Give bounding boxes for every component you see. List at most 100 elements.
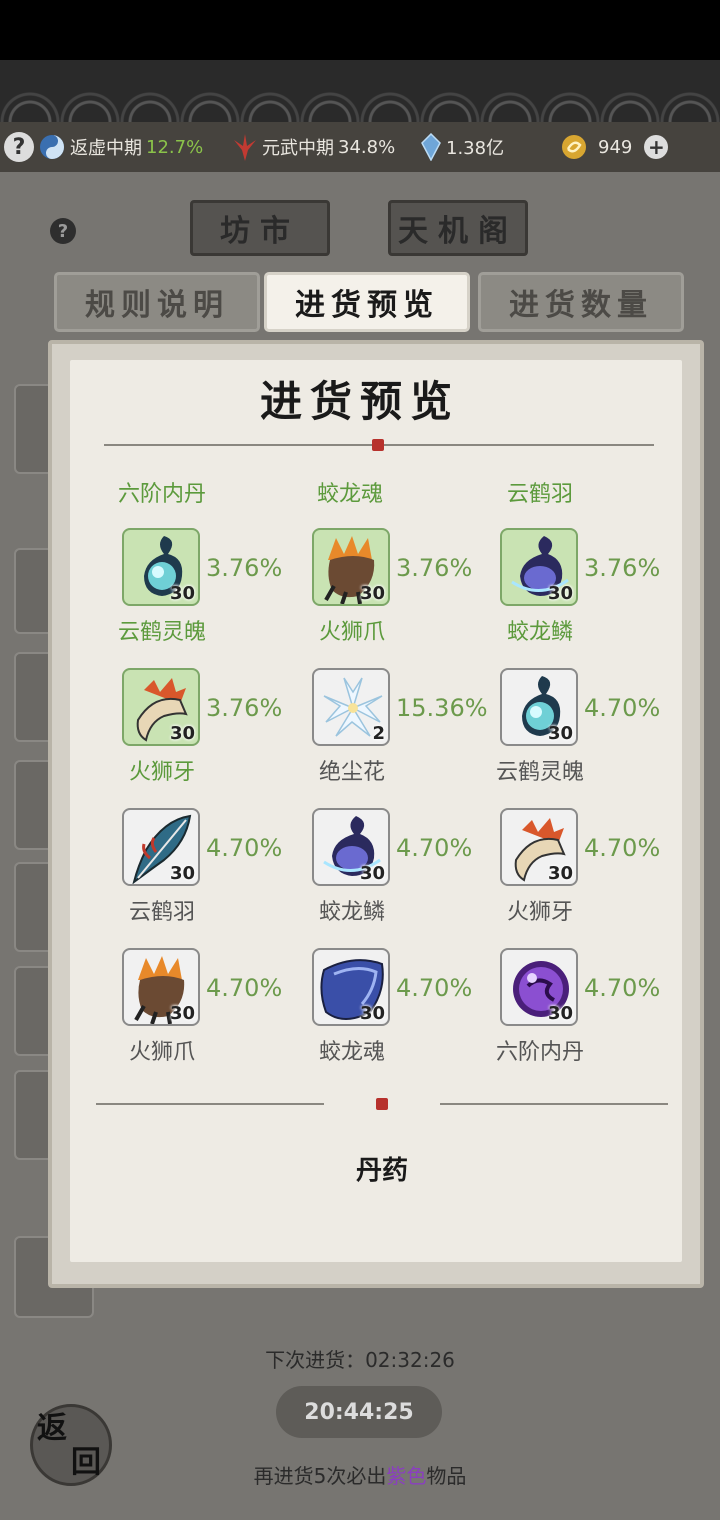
item-cell[interactable]: 30 4.70% 云鹤灵魄 [496, 668, 690, 808]
item-cell[interactable]: 30 4.70% 蛟龙鳞 [312, 808, 502, 948]
tab-rules[interactable]: 规则说明 [54, 272, 260, 332]
item-name: 火狮爪 [128, 1040, 195, 1065]
next-restock-label: 下次进货：02:32:26 [265, 1348, 455, 1372]
item-icon-box[interactable]: 30 [312, 808, 390, 886]
item-cell[interactable]: 30 4.70% 云鹤羽 [122, 808, 312, 948]
item-probability: 3.76% [206, 694, 283, 722]
item-count: 30 [547, 863, 573, 884]
gold-coin-icon [562, 135, 586, 159]
red-seal-icon [372, 439, 384, 451]
realm2-name: 元武中期 [262, 138, 334, 159]
item-cell[interactable]: 30 4.70% 火狮牙 [500, 808, 690, 948]
realm1-pct: 12.7% [146, 136, 204, 158]
red-seal-icon [376, 1098, 388, 1110]
item-count: 30 [359, 583, 385, 604]
item-probability: 4.70% [584, 694, 661, 722]
yin-yang-icon [40, 135, 64, 159]
item-cell[interactable]: 30 4.70% 火狮爪 [122, 948, 312, 1088]
item-cell[interactable]: 30 3.76% 蛟龙鳞 [500, 528, 690, 668]
item-name: 云鹤灵魄 [495, 760, 584, 785]
realm1-name: 返虚中期 [70, 138, 142, 159]
item-probability: 3.76% [206, 554, 283, 582]
red-trident-icon [234, 134, 256, 161]
item-icon-box[interactable]: 2 [312, 668, 390, 746]
realm2-stat: 元武中期 34.8% [232, 132, 395, 162]
tab-restock-preview[interactable]: 进货预览 [264, 272, 470, 332]
item-probability: 3.76% [584, 554, 661, 582]
status-bar: ? 返虚中期 12.7% 元武中期 34.8% 1.38亿 949 + [0, 122, 720, 172]
item-cell[interactable]: 30 3.76% 云鹤灵魄 [118, 528, 312, 668]
item-count: 30 [547, 1003, 573, 1024]
item-count: 30 [169, 583, 195, 604]
item-name: 蛟龙魂 [318, 1040, 385, 1065]
add-icon[interactable]: + [644, 135, 669, 159]
coin-amount: 949 [598, 136, 633, 158]
item-cell[interactable]: 2 15.36% 绝尘花 [312, 668, 502, 808]
item-icon-box[interactable]: 30 [500, 668, 578, 746]
item-name: 蛟龙鳞 [506, 620, 573, 645]
item-probability: 4.70% [206, 974, 283, 1002]
item-cell[interactable]: 30 4.70% 蛟龙魂 [312, 948, 502, 1088]
item-count: 30 [169, 863, 195, 884]
item-name: 火狮爪 [318, 620, 385, 645]
item-probability: 4.70% [584, 834, 661, 862]
item-icon-box[interactable]: 30 [500, 948, 578, 1026]
crystal-stat: 1.38亿 [420, 133, 504, 161]
item-count: 30 [547, 583, 573, 604]
section-divider-left [96, 1103, 324, 1105]
item-count: 30 [169, 723, 195, 744]
item-icon-box[interactable]: 30 [122, 948, 200, 1026]
section-label-elixir: 丹药 [355, 1156, 408, 1186]
item-icon-box[interactable]: 30 [312, 528, 390, 606]
item-icon-box[interactable]: 30 [122, 528, 200, 606]
item-icon-box[interactable]: 30 [500, 528, 578, 606]
item-name: 六阶内丹 [495, 1040, 584, 1065]
return-label-top: 返 [37, 1411, 67, 1446]
panel-title: 进货预览 [259, 377, 460, 426]
coin-stat: 949 + [560, 133, 669, 161]
item-probability: 4.70% [584, 974, 661, 1002]
wave-pattern-banner [0, 60, 720, 122]
item-probability: 3.76% [396, 554, 473, 582]
item-count: 2 [372, 723, 385, 744]
item-name: 云鹤羽 [128, 900, 195, 925]
countdown-timer: 20:44:25 [276, 1386, 442, 1438]
item-probability: 4.70% [206, 834, 283, 862]
guarantee-suffix: 物品 [426, 1464, 467, 1488]
guarantee-text: 再进货5次必出紫色物品 [0, 1460, 720, 1489]
section-divider-right [440, 1103, 668, 1105]
item-name: 火狮牙 [506, 900, 573, 925]
item-icon-box[interactable]: 30 [500, 808, 578, 886]
item-cell[interactable]: 30 4.70% 六阶内丹 [496, 948, 690, 1088]
crystal-icon [421, 133, 441, 161]
item-name: 云鹤灵魄 [117, 620, 206, 645]
item-count: 30 [547, 723, 573, 744]
item-probability: 15.36% [396, 694, 488, 722]
realm1-stat: 返虚中期 12.7% [38, 133, 203, 161]
crystal-amount: 1.38亿 [446, 138, 505, 159]
return-label-bottom: 回 [71, 1445, 101, 1480]
tab-restock-quantity[interactable]: 进货数量 [478, 272, 684, 332]
item-cell[interactable]: 30 3.76% 火狮爪 [312, 528, 502, 668]
item-probability: 4.70% [396, 834, 473, 862]
tianji-pavilion-button[interactable]: 天机阁 [388, 200, 528, 256]
item-count: 30 [359, 1003, 385, 1024]
item-icon-box[interactable]: 30 [122, 668, 200, 746]
category-label: 六阶内丹 [117, 482, 206, 507]
realm2-pct: 34.8% [338, 136, 396, 158]
category-label: 蛟龙魂 [316, 482, 383, 507]
help-icon[interactable]: ? [4, 132, 34, 162]
item-cell[interactable]: 30 3.76% 火狮牙 [122, 668, 312, 808]
item-name: 蛟龙鳞 [318, 900, 385, 925]
market-button[interactable]: 坊市 [190, 200, 330, 256]
item-name: 绝尘花 [318, 760, 385, 785]
item-probability: 4.70% [396, 974, 473, 1002]
guarantee-prefix: 再进货5次必出 [253, 1464, 387, 1488]
return-button[interactable]: 返 回 [30, 1404, 112, 1486]
item-icon-box[interactable]: 30 [312, 948, 390, 1026]
item-name: 火狮牙 [128, 760, 195, 785]
market-help-icon[interactable]: ? [50, 218, 76, 244]
top-black-band [0, 0, 720, 60]
item-icon-box[interactable]: 30 [122, 808, 200, 886]
guarantee-highlight: 紫色 [386, 1464, 427, 1488]
